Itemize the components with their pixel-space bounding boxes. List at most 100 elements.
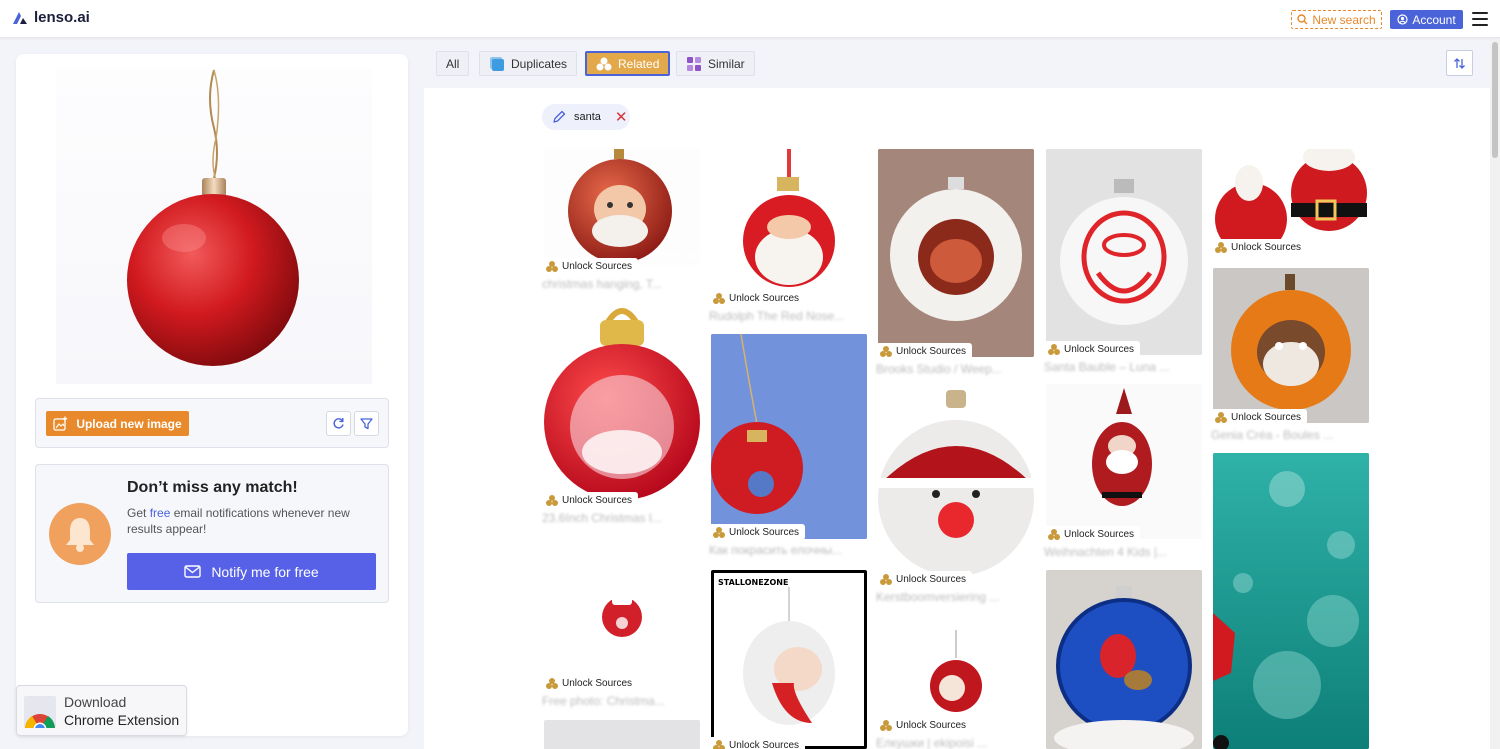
chrome-extension-banner[interactable]: Download Chrome Extension xyxy=(16,685,187,736)
pencil-icon xyxy=(553,110,566,123)
result-title: Kerstboomversiering ... xyxy=(876,590,1000,604)
duplicates-icon xyxy=(490,56,504,71)
result-image xyxy=(1213,268,1369,423)
result-image xyxy=(878,386,1034,583)
result-image: tinet.net xyxy=(544,149,700,265)
scrollbar-thumb[interactable] xyxy=(1492,42,1498,158)
upload-label: Upload new image xyxy=(76,416,182,431)
result-title: Santa Bauble – Luna ... xyxy=(1044,360,1170,374)
unlock-sources-badge[interactable]: Unlock Sources xyxy=(1213,239,1308,255)
notify-me-button[interactable]: Notify me for free xyxy=(127,553,376,590)
close-icon[interactable]: ✕ xyxy=(615,108,628,126)
tab-bar: All Duplicates Related Similar xyxy=(424,40,1490,88)
result-image xyxy=(1046,149,1202,355)
unlock-sources-badge[interactable]: Unlock Sources xyxy=(544,492,639,508)
upload-new-image-button[interactable]: Upload new image xyxy=(46,411,189,436)
upload-box: Upload new image xyxy=(35,398,389,448)
result-image xyxy=(1213,453,1369,749)
result-title: Brooks Studio / Weep... xyxy=(876,362,1002,376)
logo-text: lenso.ai xyxy=(34,9,90,26)
tab-related[interactable]: Related xyxy=(585,51,671,76)
unlock-sources-badge[interactable]: Unlock Sources xyxy=(711,524,806,540)
logo[interactable]: lenso.ai xyxy=(12,9,90,26)
red-ornament-image xyxy=(127,69,299,366)
result-title: Free photo: Christma... xyxy=(542,694,665,708)
related-icon xyxy=(880,719,892,731)
related-icon xyxy=(1048,528,1060,540)
notify-box: Don’t miss any match! Get free email not… xyxy=(35,464,389,603)
mail-icon xyxy=(184,565,202,578)
related-icon xyxy=(1048,343,1060,355)
result-image xyxy=(878,149,1034,357)
result-title: Как покрасить елочны... xyxy=(709,543,843,557)
related-icon xyxy=(546,260,558,272)
related-icon xyxy=(880,573,892,585)
related-icon xyxy=(546,494,558,506)
unlock-sources-badge[interactable]: Unlock Sources xyxy=(878,343,973,359)
unlock-sources-badge[interactable]: Unlock Sources xyxy=(711,290,806,306)
result-title: 23.6Inch Christmas I... xyxy=(542,511,663,525)
result-title: Weihnachten 4 Kids |... xyxy=(1044,545,1167,559)
user-icon xyxy=(1397,14,1408,25)
refresh-button[interactable] xyxy=(326,411,351,436)
notify-description: Get free email notifications whenever ne… xyxy=(127,506,350,536)
related-icon xyxy=(546,677,558,689)
sort-icon xyxy=(1454,57,1465,69)
search-icon xyxy=(1297,14,1308,25)
account-button[interactable]: Account xyxy=(1390,10,1463,29)
sort-button[interactable] xyxy=(1446,50,1473,76)
unlock-sources-badge[interactable]: Unlock Sources xyxy=(711,737,806,749)
result-image xyxy=(878,620,1034,730)
result-title: Genia Créa - Boules ... xyxy=(1211,428,1334,442)
related-icon xyxy=(1215,411,1227,423)
result-image xyxy=(1213,149,1369,245)
notify-button-label: Notify me for free xyxy=(211,563,319,580)
tab-similar[interactable]: Similar xyxy=(676,51,755,76)
query-image xyxy=(56,68,372,384)
keyword-chip[interactable]: santa ✕ xyxy=(542,104,630,130)
filter-button[interactable] xyxy=(354,411,379,436)
unlock-sources-badge[interactable]: Unlock Sources xyxy=(1213,409,1308,425)
result-image xyxy=(711,149,867,299)
chip-label: santa xyxy=(574,111,601,123)
tab-all[interactable]: All xyxy=(436,51,470,76)
result-image xyxy=(544,535,700,685)
result-image xyxy=(544,302,700,507)
result-image xyxy=(544,720,700,749)
result-title: Rudolph The Red Nose... xyxy=(709,309,845,323)
tab-duplicates[interactable]: Duplicates xyxy=(479,51,578,76)
query-panel: Upload new image Don’t miss any match! G… xyxy=(16,54,408,736)
related-icon xyxy=(1215,241,1227,253)
notify-title: Don’t miss any match! xyxy=(127,479,298,496)
result-title: Елкушки | ekipoisi ... xyxy=(876,736,988,749)
result-image xyxy=(711,334,867,539)
related-icon xyxy=(713,739,725,749)
account-label: Account xyxy=(1412,12,1456,27)
hamburger-menu-icon[interactable] xyxy=(1472,12,1490,26)
unlock-sources-badge[interactable]: Unlock Sources xyxy=(544,675,639,691)
result-image: STALLONEZONE xyxy=(711,570,867,749)
new-search-label: New search xyxy=(1312,12,1376,27)
new-search-button[interactable]: New search xyxy=(1291,10,1382,29)
filter-icon xyxy=(360,418,373,430)
result-image xyxy=(1046,384,1202,539)
unlock-sources-badge[interactable]: Unlock Sources xyxy=(878,717,973,733)
results-area: All Duplicates Related Similar santa ✕ t… xyxy=(424,40,1490,749)
unlock-sources-badge[interactable]: Unlock Sources xyxy=(878,571,973,587)
free-link: free xyxy=(149,506,171,520)
svg-text:STALLONEZONE: STALLONEZONE xyxy=(718,578,788,587)
image-upload-icon xyxy=(53,416,68,431)
related-icon xyxy=(596,57,612,70)
lenso-logo-icon xyxy=(13,11,27,24)
unlock-sources-badge[interactable]: Unlock Sources xyxy=(1046,526,1141,542)
extension-line2: Chrome Extension xyxy=(64,712,180,728)
svg-text:tinet.net: tinet.net xyxy=(654,249,700,262)
related-icon xyxy=(713,292,725,304)
unlock-sources-badge[interactable]: Unlock Sources xyxy=(1046,341,1141,357)
bell-icon xyxy=(49,503,111,565)
top-bar: lenso.ai New search Account xyxy=(0,0,1500,38)
unlock-sources-badge[interactable]: Unlock Sources xyxy=(544,258,639,274)
refresh-icon xyxy=(333,418,344,429)
chrome-icon xyxy=(24,696,56,728)
scrollbar[interactable] xyxy=(1490,40,1500,749)
